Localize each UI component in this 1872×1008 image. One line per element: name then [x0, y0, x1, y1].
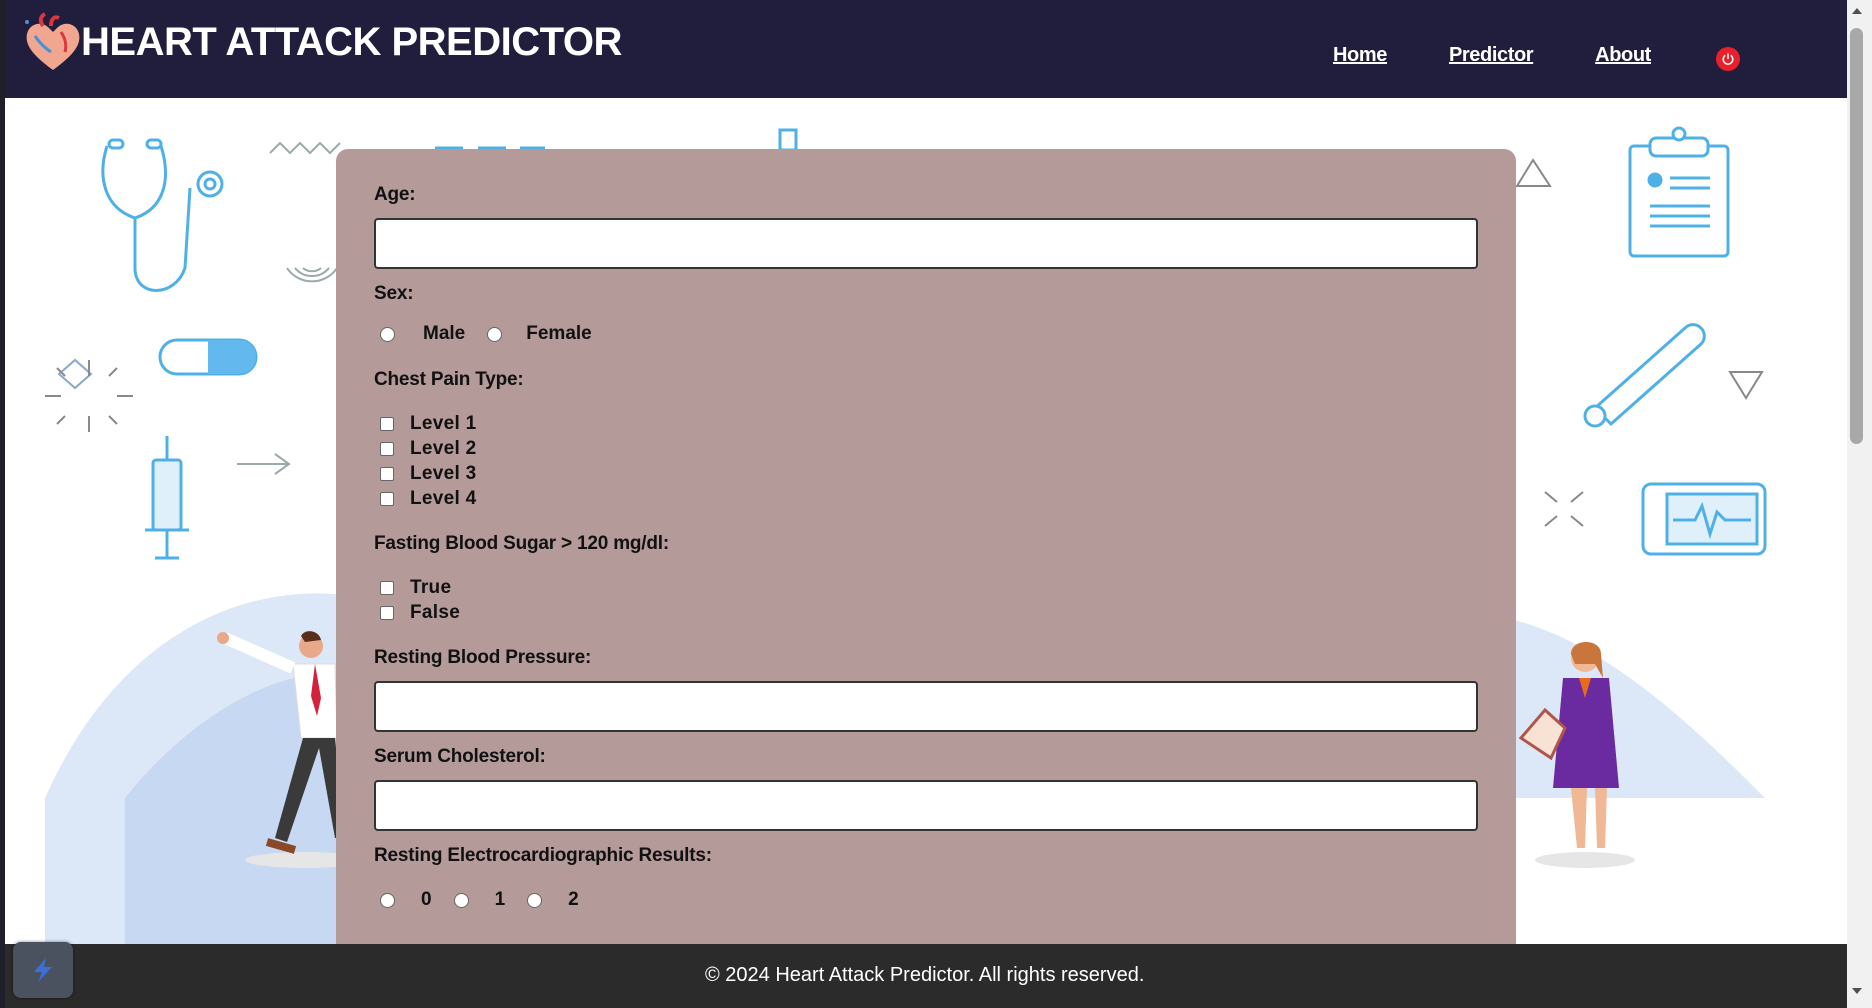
ecg-2-radio[interactable]: [527, 892, 543, 908]
scroll-up-arrow-icon[interactable]: [1851, 6, 1863, 16]
fbs-true-label: True: [410, 576, 452, 598]
chest-pain-option: Level 4: [374, 486, 1516, 511]
fbs-false-label: False: [410, 601, 461, 623]
window-frame: [0, 0, 5, 1008]
nav-about-link[interactable]: About: [1595, 44, 1651, 67]
cholesterol-input[interactable]: [374, 780, 1478, 831]
chest-pain-level-1-checkbox[interactable]: [380, 416, 394, 431]
nav-home-link[interactable]: Home: [1333, 44, 1387, 67]
heart-logo-icon: [25, 12, 80, 71]
stethoscope-icon: [101, 138, 224, 292]
fbs-false-checkbox[interactable]: [380, 605, 394, 620]
fbs-option: False: [374, 600, 1516, 625]
chest-pain-level-3-label: Level 3: [410, 462, 477, 484]
lightning-icon: [34, 958, 52, 982]
nav-predictor-link[interactable]: Predictor: [1449, 44, 1534, 67]
sex-male-radio[interactable]: [380, 326, 395, 342]
sex-male-label: Male: [423, 323, 466, 344]
resting-bp-label: Resting Blood Pressure:: [374, 647, 592, 668]
age-input[interactable]: [374, 218, 1478, 269]
ecg-0-radio[interactable]: [380, 892, 395, 908]
ecg-options: 0 1 2: [380, 889, 1516, 911]
chest-pain-option: Level 1: [374, 411, 1516, 436]
fbs-true-checkbox[interactable]: [380, 580, 394, 595]
sex-options: Male Female: [380, 323, 1516, 345]
brand[interactable]: HEART ATTACK PREDICTOR: [21, 12, 622, 76]
resting-bp-input[interactable]: [374, 681, 1478, 732]
thermometer-icon: [1583, 323, 1706, 428]
extension-widget-button[interactable]: [13, 942, 73, 998]
ecg-1-radio[interactable]: [453, 892, 469, 908]
age-label: Age:: [374, 184, 416, 205]
syringe-icon: [145, 436, 189, 560]
sex-female-label: Female: [526, 323, 592, 344]
power-icon: [1722, 53, 1734, 65]
chest-pain-level-2-checkbox[interactable]: [380, 441, 394, 456]
chest-pain-options: Level 1 Level 2 Level 3 Level 4: [374, 411, 1516, 511]
chest-pain-option: Level 3: [374, 461, 1516, 486]
navbar: HEART ATTACK PREDICTOR Home Predictor Ab…: [5, 0, 1847, 98]
chest-pain-option: Level 2: [374, 436, 1516, 461]
chest-pain-label: Chest Pain Type:: [374, 369, 524, 390]
sex-female-radio[interactable]: [487, 326, 503, 342]
ecg-0-label: 0: [421, 889, 432, 910]
ecg-1-label: 1: [494, 889, 506, 910]
fbs-option: True: [374, 575, 1516, 600]
ecg-results-label: Resting Electrocardiographic Results:: [374, 845, 712, 866]
fasting-blood-sugar-label: Fasting Blood Sugar > 120 mg/dl:: [374, 533, 670, 554]
prediction-form: Age: Sex: Male Female Chest Pain Type: L…: [336, 149, 1516, 969]
ecg-monitor-icon: [1641, 482, 1767, 556]
logout-button[interactable]: [1716, 47, 1740, 71]
sex-label: Sex:: [374, 283, 414, 304]
scrollbar-thumb[interactable]: [1850, 28, 1863, 444]
scroll-down-arrow-icon[interactable]: [1851, 986, 1863, 996]
nav-links: Home Predictor About: [1333, 44, 1713, 67]
chest-pain-level-3-checkbox[interactable]: [380, 466, 394, 481]
fbs-options: True False: [374, 575, 1516, 625]
cholesterol-label: Serum Cholesterol:: [374, 746, 546, 767]
chest-pain-level-4-label: Level 4: [410, 487, 477, 509]
chest-pain-level-4-checkbox[interactable]: [380, 491, 394, 506]
footer: © 2024 Heart Attack Predictor. All right…: [5, 944, 1847, 1008]
copyright-text: © 2024 Heart Attack Predictor. All right…: [705, 964, 1145, 986]
chest-pain-level-2-label: Level 2: [410, 437, 477, 459]
chest-pain-level-1-label: Level 1: [410, 412, 477, 434]
ecg-2-label: 2: [568, 889, 579, 910]
pill-icon: [158, 338, 258, 376]
clipboard-icon: [1628, 126, 1730, 258]
app-title: HEART ATTACK PREDICTOR: [81, 19, 622, 64]
